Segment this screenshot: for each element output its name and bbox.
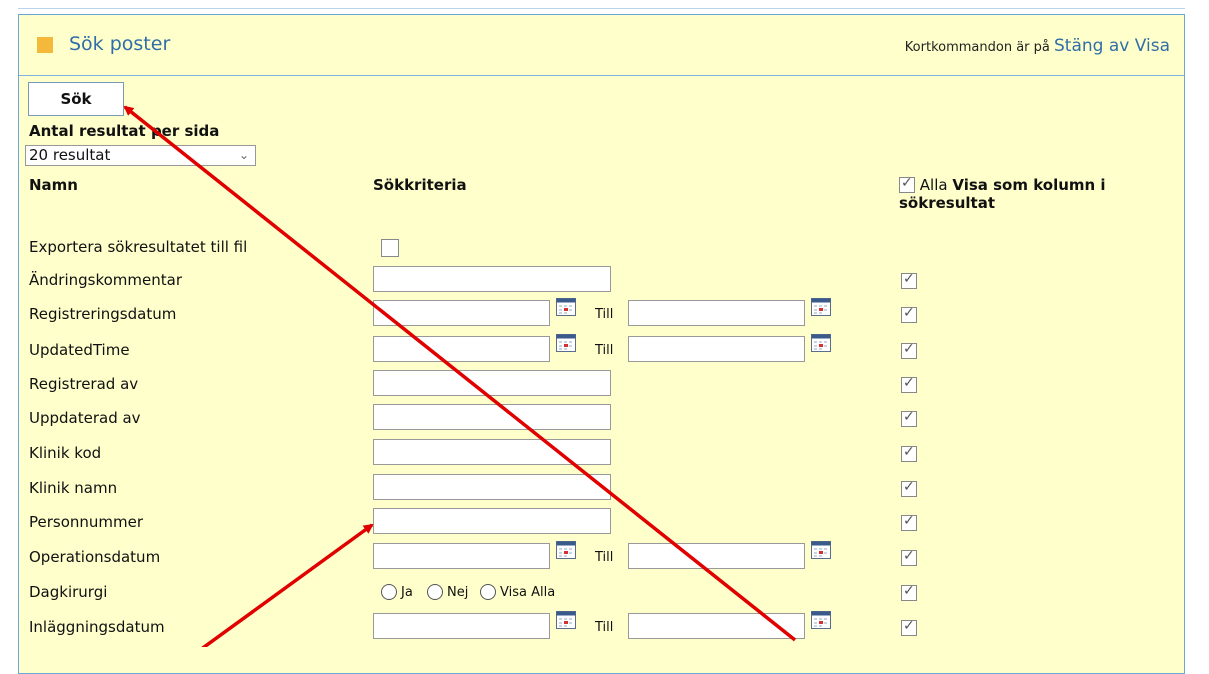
row-label: Inläggningsdatum [29, 618, 165, 636]
column-name-header: Namn [29, 176, 78, 194]
row-label: Registrerad av [29, 375, 139, 393]
row-label: Ändringskommentar [29, 271, 182, 289]
date-from-input[interactable] [373, 300, 550, 326]
show-column-checkbox[interactable] [901, 409, 917, 427]
show-column-header: Alla Visa som kolumn i sökresultat [899, 174, 1169, 212]
row-label: Klinik kod [29, 444, 102, 462]
range-separator: Till [595, 620, 614, 635]
show-column-checkbox[interactable] [901, 618, 917, 636]
criteria-input[interactable] [373, 508, 611, 534]
calendar-icon[interactable] [556, 334, 576, 352]
criteria-input[interactable] [373, 439, 611, 465]
show-column-checkbox[interactable] [901, 513, 917, 531]
select-all-checkbox[interactable] [899, 175, 915, 193]
search-panel: Sök poster Kortkommandon är på Stäng av … [18, 14, 1185, 674]
export-checkbox[interactable] [381, 239, 399, 257]
shortcuts-info: Kortkommandon är på Stäng av Visa [905, 36, 1170, 56]
results-per-page-select[interactable]: 20 resultat ⌄ [25, 145, 256, 166]
calendar-icon[interactable] [556, 298, 576, 316]
row-label: Personnummer [29, 513, 144, 531]
criteria-input[interactable] [373, 266, 611, 292]
radio-option[interactable] [381, 584, 397, 600]
radio-option-label: Nej [447, 585, 469, 600]
chevron-down-icon: ⌄ [238, 148, 249, 162]
show-column-checkbox[interactable] [901, 479, 917, 497]
column-criteria-header: Sökkriteria [373, 176, 467, 194]
show-column-checkbox[interactable] [901, 375, 917, 393]
calendar-icon[interactable] [811, 541, 831, 559]
show-column-checkbox[interactable] [901, 548, 917, 566]
show-column-checkbox[interactable] [901, 271, 917, 289]
date-from-input[interactable] [373, 336, 550, 362]
date-to-input[interactable] [628, 336, 805, 362]
criteria-input[interactable] [373, 474, 611, 500]
radio-option[interactable] [480, 584, 496, 600]
top-divider [18, 8, 1185, 9]
row-label: Registreringsdatum [29, 305, 177, 323]
show-column-checkbox[interactable] [901, 305, 917, 323]
range-separator: Till [595, 343, 614, 358]
radio-option-label: Visa Alla [500, 585, 556, 600]
row-label: Dagkirurgi [29, 583, 108, 601]
radio-option-label: Ja [401, 585, 413, 600]
range-separator: Till [595, 307, 614, 322]
shortcuts-text: Kortkommandon är på [904, 40, 1050, 55]
date-to-input[interactable] [628, 613, 805, 639]
date-from-input[interactable] [373, 613, 550, 639]
page-title: Sök poster [69, 33, 171, 55]
criteria-input[interactable] [373, 404, 611, 430]
row-label: Klinik namn [29, 479, 118, 497]
search-button[interactable]: Sök [28, 82, 124, 116]
row-label: Operationsdatum [29, 548, 161, 566]
panel-header: Sök poster Kortkommandon är på Stäng av … [19, 15, 1184, 76]
results-per-page-label: Antal resultat per sida [29, 122, 220, 140]
select-all-label: Alla [919, 176, 948, 194]
show-column-checkbox[interactable] [901, 583, 917, 601]
calendar-icon[interactable] [556, 541, 576, 559]
row-label: UpdatedTime [29, 341, 130, 359]
criteria-input[interactable] [373, 370, 611, 396]
row-label: Exportera sökresultatet till fil [29, 238, 248, 256]
results-per-page-value: 20 resultat [29, 146, 111, 164]
show-column-checkbox[interactable] [901, 444, 917, 462]
calendar-icon[interactable] [811, 611, 831, 629]
range-separator: Till [595, 550, 614, 565]
date-to-input[interactable] [628, 543, 805, 569]
date-to-input[interactable] [628, 300, 805, 326]
calendar-icon[interactable] [811, 298, 831, 316]
show-column-checkbox[interactable] [901, 341, 917, 359]
shortcuts-toggle-link[interactable]: Stäng av Visa [1054, 36, 1170, 56]
row-label: Uppdaterad av [29, 409, 141, 427]
calendar-icon[interactable] [556, 611, 576, 629]
radio-option[interactable] [427, 584, 443, 600]
date-from-input[interactable] [373, 543, 550, 569]
header-square-icon [37, 37, 53, 53]
calendar-icon[interactable] [811, 334, 831, 352]
